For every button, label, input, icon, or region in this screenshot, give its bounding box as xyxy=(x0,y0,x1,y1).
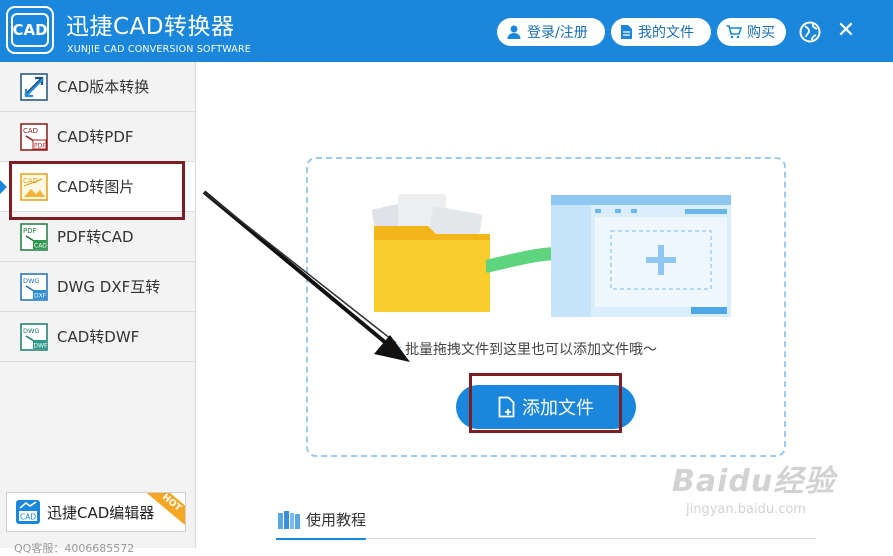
app-subtitle: XUNJIE CAD CONVERSION SOFTWARE xyxy=(67,44,251,55)
qq-support: QQ客服：4006685572 xyxy=(14,542,135,555)
document-icon xyxy=(621,25,632,39)
buy-label: 购买 xyxy=(747,25,775,41)
sidebar-item-cad-to-dwf[interactable]: DWG DWF CAD转DWF xyxy=(0,312,195,362)
drop-hint: ✲ 批量拖拽文件到这里也可以添加文件哦～ xyxy=(392,339,657,359)
add-file-label: 添加文件 xyxy=(522,398,594,419)
drop-hint-text: 批量拖拽文件到这里也可以添加文件哦～ xyxy=(405,342,658,358)
cad-to-image-icon: CAD xyxy=(20,172,48,201)
sidebar-item-label: CAD版本转换 xyxy=(57,78,150,96)
dwg-dxf-icon: DWG DXF xyxy=(20,272,48,301)
svg-text:DWG: DWG xyxy=(23,327,39,335)
cad-version-icon xyxy=(20,72,48,101)
sidebar-item-label: DWG DXF互转 xyxy=(57,278,161,296)
sidebar-item-label: CAD转DWF xyxy=(57,328,140,346)
close-icon[interactable]: ✕ xyxy=(834,18,858,44)
buy-button[interactable]: 购买 xyxy=(717,18,786,46)
baidu-watermark: Baidu经验 jingyan.baidu.com xyxy=(672,456,835,517)
cad-editor-icon: CAD xyxy=(16,500,40,524)
sidebar-item-label: CAD转PDF xyxy=(57,128,134,146)
svg-text:CAD: CAD xyxy=(20,513,36,522)
sidebar-item-label: PDF转CAD xyxy=(57,228,134,246)
annotation-arrow xyxy=(202,190,410,362)
watermark-main: Baidu经验 xyxy=(672,464,836,499)
svg-text:PDF: PDF xyxy=(23,227,37,235)
cart-icon xyxy=(726,25,742,39)
tutorial-divider-accent xyxy=(276,538,366,540)
tutorial-section[interactable]: 使用教程 xyxy=(278,509,366,530)
sidebar: CAD版本转换 CAD PDF CAD转PDF CAD CAD转图片 PDF C… xyxy=(0,62,196,548)
svg-text:CAD: CAD xyxy=(34,242,47,249)
sidebar-item-dwg-dxf[interactable]: DWG DXF DWG DXF互转 xyxy=(0,262,195,312)
books-icon xyxy=(278,510,300,529)
watermark-sub: jingyan.baidu.com xyxy=(686,502,806,517)
add-file-button[interactable]: 添加文件 xyxy=(456,385,636,429)
svg-text:CAD: CAD xyxy=(23,127,38,135)
svg-text:DWF: DWF xyxy=(34,342,49,349)
logo-text: CAD xyxy=(11,13,49,47)
sidebar-item-cad-version[interactable]: CAD版本转换 xyxy=(0,62,195,112)
app-logo: CAD xyxy=(6,6,54,54)
cad-editor-button[interactable]: CAD 迅捷CAD编辑器 HOT xyxy=(6,492,186,532)
user-icon xyxy=(507,25,521,39)
cad-to-dwf-icon: DWG DWF xyxy=(20,322,49,351)
title-bar: CAD 迅捷CAD转换器 XUNJIE CAD CONVERSION SOFTW… xyxy=(0,0,893,62)
sidebar-item-label: CAD转图片 xyxy=(57,178,135,196)
my-files-label: 我的文件 xyxy=(638,25,694,41)
sidebar-item-cad-to-image[interactable]: CAD CAD转图片 xyxy=(0,162,195,212)
app-title: 迅捷CAD转换器 xyxy=(66,14,235,40)
active-indicator xyxy=(0,180,7,194)
svg-text:DXF: DXF xyxy=(34,292,47,299)
sidebar-item-cad-to-pdf[interactable]: CAD PDF CAD转PDF xyxy=(0,112,195,162)
login-button[interactable]: 登录/注册 xyxy=(497,18,605,46)
svg-text:DWG: DWG xyxy=(23,277,39,285)
sidebar-item-pdf-to-cad[interactable]: PDF CAD PDF转CAD xyxy=(0,212,195,262)
cad-editor-label: 迅捷CAD编辑器 xyxy=(47,503,155,522)
tutorial-label: 使用教程 xyxy=(306,511,367,529)
globe-icon[interactable] xyxy=(799,21,821,43)
pdf-to-cad-icon: PDF CAD xyxy=(20,222,48,251)
svg-text:PDF: PDF xyxy=(34,142,46,149)
cad-to-pdf-icon: CAD PDF xyxy=(20,122,48,151)
add-file-icon xyxy=(498,396,515,418)
my-files-button[interactable]: 我的文件 xyxy=(611,18,711,46)
app-window-illustration xyxy=(551,195,731,317)
login-label: 登录/注册 xyxy=(527,25,588,41)
